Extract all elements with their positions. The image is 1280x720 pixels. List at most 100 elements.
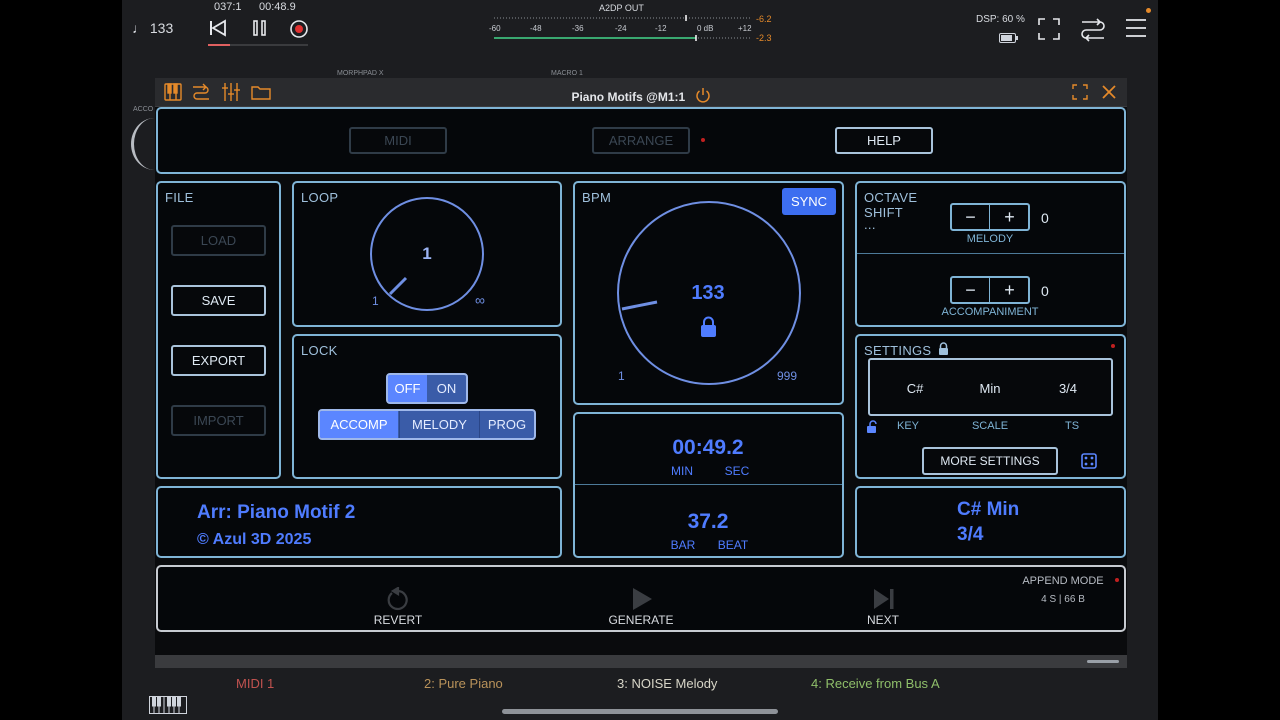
power-icon[interactable] — [695, 87, 711, 103]
meter-tick: -12 — [655, 24, 667, 33]
revert-label[interactable]: REVERT — [366, 613, 430, 627]
arrange-indicator-dot — [701, 138, 705, 142]
revert-icon[interactable] — [386, 586, 410, 611]
bpm-value: 133 — [691, 282, 725, 304]
meter-tick: 0 dB — [697, 24, 714, 33]
settings-lock-icon[interactable] — [938, 342, 949, 356]
track-tab-noise-melody[interactable]: 3: NOISE Melody — [617, 676, 717, 691]
bar-label: BAR — [670, 538, 696, 552]
clock-divider — [575, 484, 842, 485]
settings-indicator-dot — [1111, 344, 1115, 348]
window-titlebar: Piano Motifs @M1:1 — [155, 78, 1127, 107]
dsp-readout: DSP: 60 % — [976, 14, 1025, 25]
scale-label: SCALE — [971, 420, 1009, 432]
bar-beat-value: 37.2 — [687, 510, 729, 533]
accomp-stepper[interactable]: − + — [950, 276, 1030, 304]
fullscreen-icon[interactable] — [1037, 17, 1061, 41]
save-button[interactable]: SAVE — [171, 285, 266, 316]
melody-stepper[interactable]: − + — [950, 203, 1030, 231]
macro-label: MACRO 1 — [551, 70, 583, 77]
time-readout: 00:48.9 — [259, 1, 296, 13]
dice-icon[interactable] — [1081, 453, 1097, 469]
accomp-plus-button[interactable]: + — [991, 278, 1028, 302]
melody-octave-value: 0 — [1041, 210, 1049, 226]
track-tab-midi-1[interactable]: MIDI 1 — [236, 676, 274, 691]
home-indicator — [502, 709, 778, 714]
scale-picker-value[interactable]: Min — [965, 381, 1015, 396]
close-icon[interactable] — [1101, 84, 1117, 100]
lock-target-segmented[interactable]: ACCOMP MELODY PROG — [318, 409, 536, 440]
window-title: Piano Motifs @M1:1 — [155, 85, 1127, 104]
lock-toggle[interactable]: OFF ON — [386, 373, 468, 404]
sec-label: SEC — [724, 464, 750, 478]
tempo-readout[interactable]: ♩ 133 — [132, 20, 173, 36]
meter-tick: -24 — [615, 24, 627, 33]
meter-tick: -48 — [530, 24, 542, 33]
melody-minus-button[interactable]: − — [952, 205, 990, 229]
menu-icon[interactable] — [1125, 17, 1147, 39]
battery-icon — [999, 30, 1019, 43]
meter-tick: -60 — [489, 24, 501, 33]
track-tab-pure-piano[interactable]: 2: Pure Piano — [424, 676, 503, 691]
clock-panel — [573, 412, 844, 558]
expand-icon[interactable] — [1072, 84, 1088, 100]
key-scale-display: C# Min — [957, 499, 1020, 520]
keyboard-icon[interactable] — [149, 696, 187, 714]
lock-off-option[interactable]: OFF — [388, 375, 427, 402]
import-button[interactable]: IMPORT — [171, 405, 266, 436]
generate-label[interactable]: GENERATE — [596, 613, 686, 627]
lock-accomp-option[interactable]: ACCOMP — [320, 411, 398, 438]
bpm-label: BPM — [582, 190, 612, 205]
octave-divider — [857, 253, 1124, 254]
append-mode-label[interactable]: APPEND MODE — [1013, 575, 1113, 587]
key-label: KEY — [896, 420, 919, 432]
rewind-icon[interactable] — [208, 18, 228, 38]
accomp-octave-value: 0 — [1041, 283, 1049, 299]
loop-max: ∞ — [475, 292, 485, 308]
resize-handle[interactable] — [1087, 660, 1119, 663]
melody-plus-button[interactable]: + — [991, 205, 1028, 229]
melody-octave-label: MELODY — [966, 233, 1014, 245]
bpm-max: 999 — [777, 369, 798, 383]
record-icon[interactable] — [289, 19, 309, 39]
key-info-panel — [855, 486, 1126, 558]
transport-progress — [208, 44, 308, 46]
beat-label: BEAT — [717, 538, 749, 552]
lock-on-option[interactable]: ON — [427, 375, 466, 402]
loop-min: 1 — [372, 294, 379, 308]
octave-label-3: ... — [864, 217, 876, 232]
accomp-minus-button[interactable]: − — [952, 278, 990, 302]
key-picker-value[interactable]: C# — [890, 381, 940, 396]
next-icon[interactable] — [872, 587, 896, 611]
track-tab-receive-bus-a[interactable]: 4: Receive from Bus A — [811, 676, 940, 691]
ts-label: TS — [1064, 420, 1080, 432]
unlock-icon[interactable] — [866, 420, 879, 434]
export-button[interactable]: EXPORT — [171, 345, 266, 376]
bpm-lock-icon[interactable] — [700, 316, 717, 338]
lock-melody-option[interactable]: MELODY — [399, 411, 479, 438]
settings-picker[interactable]: C# Min 3/4 — [868, 358, 1113, 416]
arrange-tab[interactable]: ARRANGE — [592, 127, 690, 154]
more-settings-button[interactable]: MORE SETTINGS — [922, 447, 1058, 475]
accomp-octave-label: ACCOMPANIMENT — [941, 306, 1039, 318]
routing-icon[interactable] — [1079, 16, 1107, 42]
bpm-min: 1 — [618, 369, 625, 383]
lock-prog-option[interactable]: PROG — [479, 411, 534, 438]
acc-label: ACCO — [133, 106, 154, 113]
next-label[interactable]: NEXT — [853, 613, 913, 627]
ts-picker-value[interactable]: 3/4 — [1043, 381, 1093, 396]
midi-tab[interactable]: MIDI — [349, 127, 447, 154]
file-label: FILE — [165, 190, 194, 205]
elapsed-time: 00:49.2 — [672, 436, 744, 459]
meter-tick: +12 — [738, 24, 752, 33]
octave-label-1: OCTAVE — [864, 190, 918, 205]
pause-icon[interactable] — [250, 18, 270, 38]
generate-icon[interactable] — [631, 587, 653, 611]
append-mode-info: 4 S | 66 B — [1041, 594, 1085, 605]
help-button[interactable]: HELP — [835, 127, 933, 154]
copyright-text: © Azul 3D 2025 — [197, 531, 312, 548]
window-scrollbar[interactable] — [155, 655, 1127, 668]
settings-label: SETTINGS — [864, 343, 932, 358]
load-button[interactable]: LOAD — [171, 225, 266, 256]
notification-dot — [1146, 8, 1151, 13]
